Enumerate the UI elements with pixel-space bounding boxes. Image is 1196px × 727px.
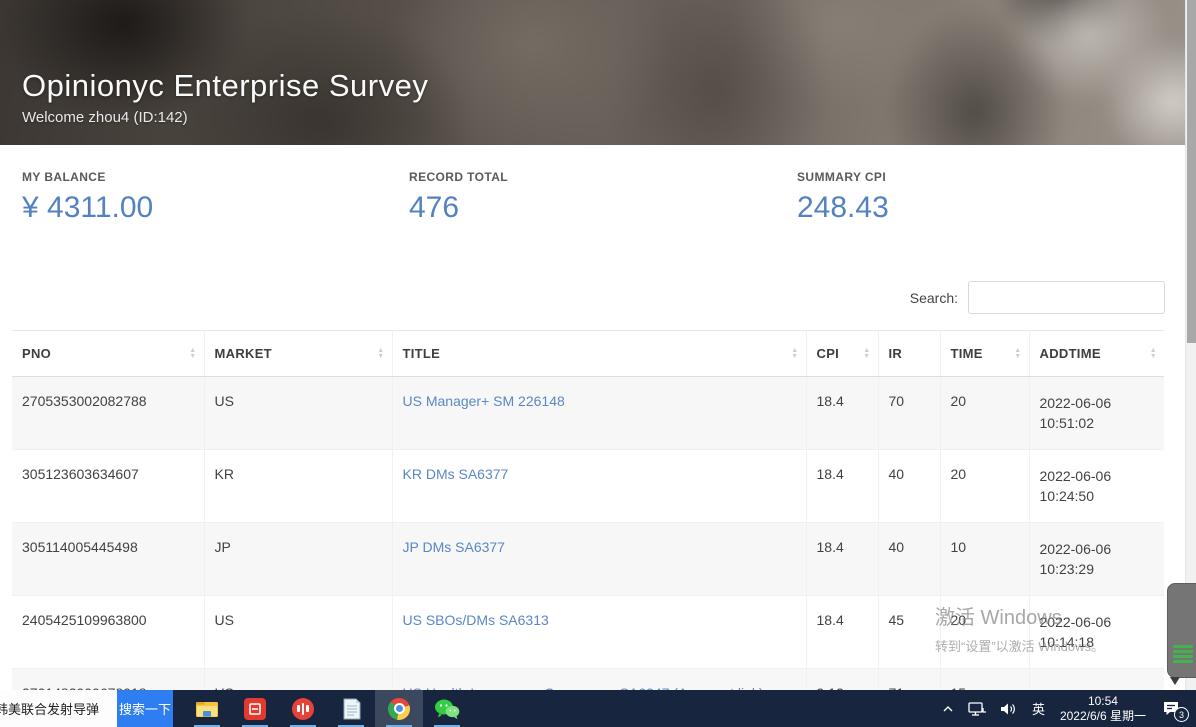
column-header-title[interactable]: TITLE▲▼ [392,331,806,377]
sort-icon[interactable]: ▲▼ [1150,348,1157,360]
sort-icon[interactable]: ▲▼ [377,348,384,360]
stat-summary-cpi: SUMMARY CPI 248.43 [797,170,889,225]
widget-stripes-icon [1173,645,1193,665]
clock-date: 2022/6/6 星期一 [1060,709,1146,724]
column-header-ir[interactable]: IR [878,331,940,377]
cell-market: KR [204,450,392,523]
column-header-cpi[interactable]: CPI▲▼ [806,331,878,377]
survey-title-link[interactable]: US SBOs/DMs SA6313 [403,612,549,628]
ximalaya-icon[interactable] [279,690,327,727]
stat-value: 476 [409,191,508,225]
cell-addtime: 2022-06-0610:14:18 [1029,596,1164,669]
wechat-icon[interactable] [423,690,471,727]
clock-time: 10:54 [1060,694,1146,709]
cell-cpi: 18.4 [806,596,878,669]
cell-addtime: 2022-06-0610:23:29 [1029,523,1164,596]
youdao-dict-icon[interactable] [231,690,279,727]
surveys-table: PNO▲▼ MARKET▲▼ TITLE▲▼ CPI▲▼ IR TIME▲▼ A… [12,330,1164,727]
stat-label: RECORD TOTAL [409,170,508,184]
stat-value: 248.43 [797,191,889,225]
stat-record-total: RECORD TOTAL 476 [409,170,508,225]
notification-badge: 3 [1174,707,1189,722]
cell-addtime: 2022-06-0610:24:50 [1029,450,1164,523]
volume-icon[interactable] [993,690,1025,727]
windows-taskbar: 韩美联合发射导弹 搜索一下 [0,690,1196,727]
taskbar-search-box[interactable]: 韩美联合发射导弹 [0,690,117,727]
taskbar-apps [183,690,471,727]
cell-time: 20 [940,596,1029,669]
action-center-icon[interactable]: 3 [1154,690,1196,727]
column-header-pno[interactable]: PNO▲▼ [12,331,204,377]
network-icon[interactable] [961,690,993,727]
table-search: Search: [910,281,1165,314]
hero-banner: Opinionyc Enterprise Survey Welcome zhou… [0,0,1185,145]
cell-market: JP [204,523,392,596]
page-title: Opinionyc Enterprise Survey [22,68,428,104]
cell-market: US [204,596,392,669]
search-input[interactable] [968,281,1165,314]
survey-title-link[interactable]: JP DMs SA6377 [403,539,505,555]
taskbar-search-button[interactable]: 搜索一下 [117,690,173,727]
column-header-market[interactable]: MARKET▲▼ [204,331,392,377]
cell-market: US [204,377,392,450]
cell-pno: 2705353002082788 [12,377,204,450]
survey-title-link[interactable]: KR DMs SA6377 [403,466,509,482]
cell-cpi: 18.4 [806,450,878,523]
widget-arrow-icon [1170,677,1180,685]
table-row: 2405425109963800 US US SBOs/DMs SA6313 1… [12,596,1164,669]
column-header-addtime[interactable]: ADDTIME▲▼ [1029,331,1164,377]
chrome-icon[interactable] [375,690,423,727]
input-language-indicator[interactable]: 英 [1025,690,1052,727]
cell-time: 20 [940,450,1029,523]
cell-pno: 305123603634607 [12,450,204,523]
welcome-message: Welcome zhou4 (ID:142) [22,109,428,126]
taskbar-search-text: 韩美联合发射导弹 [0,699,99,718]
cell-ir: 45 [878,596,940,669]
table-row: 2705353002082788 US US Manager+ SM 22614… [12,377,1164,450]
tray-chevron-up-icon[interactable] [935,690,961,727]
sort-icon[interactable]: ▲▼ [863,348,870,360]
sort-icon[interactable]: ▲▼ [1014,348,1021,360]
cell-addtime: 2022-06-0610:51:02 [1029,377,1164,450]
scrollbar-thumb[interactable] [1187,0,1196,343]
cell-pno: 305114005445498 [12,523,204,596]
stat-label: MY BALANCE [22,170,153,184]
search-label: Search: [910,290,958,306]
stat-label: SUMMARY CPI [797,170,889,184]
cell-ir: 40 [878,523,940,596]
table-row: 305114005445498 JP JP DMs SA6377 18.4 40… [12,523,1164,596]
cell-time: 20 [940,377,1029,450]
file-explorer-icon[interactable] [183,690,231,727]
floating-side-widget[interactable] [1167,583,1196,678]
table-row: 305123603634607 KR KR DMs SA6377 18.4 40… [12,450,1164,523]
sort-icon[interactable]: ▲▼ [791,348,798,360]
stat-my-balance: MY BALANCE ¥ 4311.00 [22,170,153,225]
cell-ir: 40 [878,450,940,523]
stat-value: ¥ 4311.00 [22,191,153,225]
cell-pno: 2405425109963800 [12,596,204,669]
column-header-time[interactable]: TIME▲▼ [940,331,1029,377]
notepad-icon[interactable] [327,690,375,727]
cell-cpi: 18.4 [806,523,878,596]
survey-title-link[interactable]: US Manager+ SM 226148 [403,393,565,409]
sort-icon[interactable]: ▲▼ [189,348,196,360]
system-tray: 英 10:54 2022/6/6 星期一 3 [935,690,1196,727]
cell-ir: 70 [878,377,940,450]
taskbar-clock[interactable]: 10:54 2022/6/6 星期一 [1052,694,1154,724]
cell-cpi: 18.4 [806,377,878,450]
cell-time: 10 [940,523,1029,596]
table-header-row: PNO▲▼ MARKET▲▼ TITLE▲▼ CPI▲▼ IR TIME▲▼ A… [12,331,1164,377]
